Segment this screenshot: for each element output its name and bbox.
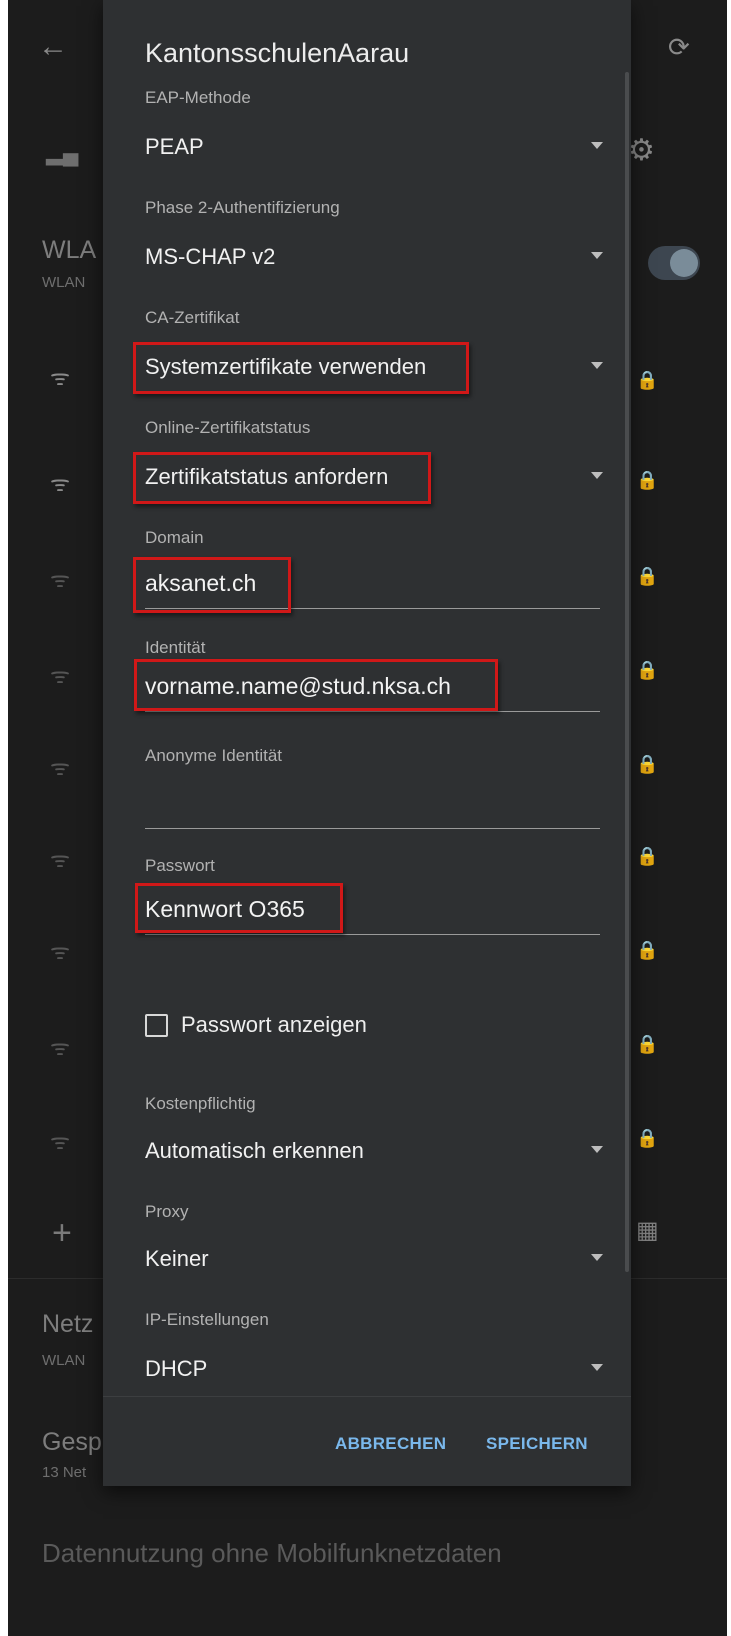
network-settings-subtitle: WLAN bbox=[42, 1352, 86, 1369]
save-button[interactable]: SPEICHERN bbox=[486, 1434, 588, 1454]
metered-value: Automatisch erkennen bbox=[145, 1138, 364, 1163]
identity-label: Identität bbox=[145, 638, 206, 657]
wlan-title: WLA bbox=[42, 236, 97, 264]
wifi-icon: ᯤ bbox=[50, 939, 71, 964]
signal-icon: ▂▄ bbox=[46, 140, 79, 165]
proxy-dropdown[interactable]: Keiner bbox=[133, 1236, 603, 1282]
eap-method-label: EAP-Methode bbox=[145, 88, 251, 107]
ca-certificate-label: CA-Zertifikat bbox=[145, 308, 240, 327]
checkbox-icon[interactable] bbox=[145, 1014, 168, 1037]
highlight-box bbox=[133, 342, 469, 394]
phase2-auth-dropdown[interactable]: MS-CHAP v2 bbox=[133, 234, 603, 280]
proxy-value: Keiner bbox=[145, 1246, 209, 1271]
dropdown-arrow-icon bbox=[591, 252, 603, 259]
lock-icon: 🔒 bbox=[636, 1128, 659, 1148]
password-label: Passwort bbox=[145, 856, 215, 875]
dialog-title: KantonsschulenAarau bbox=[145, 38, 410, 68]
gear-icon[interactable]: ⚙ bbox=[628, 133, 655, 168]
eap-method-value: PEAP bbox=[145, 134, 204, 159]
wifi-settings-screen: ← ⟳ ▂▄ ⚙ WLA WLAN ᯤ ᯤ ᯤ ᯤ ᯤ ᯤ ᯤ ᯤ ᯤ 🔒 🔒 … bbox=[8, 0, 727, 1636]
wifi-icon: ᯤ bbox=[50, 365, 71, 390]
lock-icon: 🔒 bbox=[636, 940, 659, 960]
highlight-box bbox=[134, 659, 498, 711]
dropdown-arrow-icon bbox=[591, 1254, 603, 1261]
network-config-dialog: KantonsschulenAarau EAP-Methode PEAP Pha… bbox=[103, 0, 631, 1486]
wifi-icon: ᯤ bbox=[50, 663, 71, 688]
wlan-subtitle: WLAN bbox=[42, 274, 86, 291]
lock-icon: 🔒 bbox=[636, 470, 659, 490]
lock-icon: 🔒 bbox=[636, 1034, 659, 1054]
metered-dropdown[interactable]: Automatisch erkennen bbox=[133, 1128, 603, 1174]
wlan-toggle[interactable] bbox=[648, 246, 700, 280]
saved-networks-title[interactable]: Gesp bbox=[42, 1428, 102, 1457]
lock-icon: 🔒 bbox=[636, 846, 659, 866]
proxy-label: Proxy bbox=[145, 1202, 189, 1221]
dialog-button-divider bbox=[103, 1396, 631, 1397]
toggle-knob bbox=[670, 249, 698, 277]
ip-settings-dropdown[interactable]: DHCP bbox=[133, 1346, 603, 1392]
ip-settings-label: IP-Einstellungen bbox=[145, 1310, 269, 1329]
wifi-icon: ᯤ bbox=[50, 471, 71, 496]
dropdown-arrow-icon bbox=[591, 362, 603, 369]
phase2-auth-label: Phase 2-Authentifizierung bbox=[145, 198, 340, 217]
domain-label: Domain bbox=[145, 528, 204, 547]
ocsp-label: Online-Zertifikatstatus bbox=[145, 418, 311, 437]
wifi-icon: ᯤ bbox=[50, 755, 71, 780]
lock-icon: 🔒 bbox=[636, 566, 659, 586]
wifi-icon: ᯤ bbox=[50, 1035, 71, 1060]
dropdown-arrow-icon bbox=[591, 472, 603, 479]
lock-icon: 🔒 bbox=[636, 370, 659, 390]
wifi-icon: ᯤ bbox=[50, 847, 71, 872]
highlight-box bbox=[133, 557, 291, 613]
refresh-icon[interactable]: ⟳ bbox=[668, 32, 690, 63]
network-settings-title[interactable]: Netz bbox=[42, 1310, 93, 1339]
metered-label: Kostenpflichtig bbox=[145, 1094, 256, 1113]
anonymous-identity-field[interactable] bbox=[145, 780, 600, 829]
wifi-icon: ᯤ bbox=[50, 567, 71, 592]
highlight-box bbox=[135, 883, 343, 933]
highlight-box bbox=[133, 452, 431, 504]
data-usage-title[interactable]: Datennutzung ohne Mobilfunknetzdaten bbox=[42, 1538, 502, 1569]
qr-code-icon[interactable]: ▦ bbox=[636, 1216, 659, 1245]
dropdown-arrow-icon bbox=[591, 1364, 603, 1371]
lock-icon: 🔒 bbox=[636, 754, 659, 774]
phase2-auth-value: MS-CHAP v2 bbox=[145, 244, 276, 269]
dropdown-arrow-icon bbox=[591, 142, 603, 149]
dropdown-arrow-icon bbox=[591, 1146, 603, 1153]
eap-method-dropdown[interactable]: PEAP bbox=[133, 124, 603, 170]
ip-settings-value: DHCP bbox=[145, 1356, 208, 1381]
dialog-scrollbar[interactable] bbox=[625, 72, 629, 1272]
anonymous-identity-label: Anonyme Identität bbox=[145, 746, 283, 765]
wifi-icon: ᯤ bbox=[50, 1129, 71, 1154]
back-arrow-icon[interactable]: ← bbox=[38, 30, 68, 64]
cancel-button[interactable]: ABBRECHEN bbox=[335, 1434, 446, 1454]
saved-networks-subtitle: 13 Net bbox=[42, 1464, 87, 1481]
show-password-label: Passwort anzeigen bbox=[181, 1012, 367, 1037]
add-network-icon[interactable]: + bbox=[52, 1214, 72, 1253]
lock-icon: 🔒 bbox=[636, 660, 659, 680]
